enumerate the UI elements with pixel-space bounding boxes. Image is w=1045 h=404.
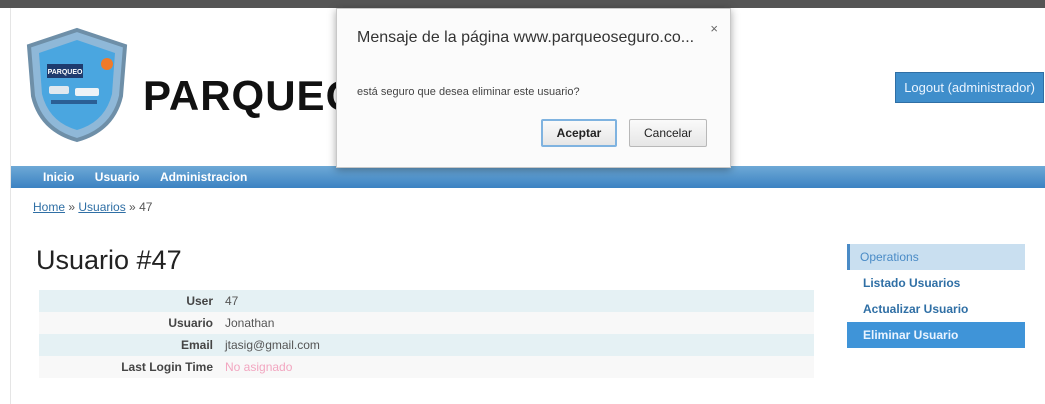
breadcrumb-separator: » bbox=[125, 200, 140, 214]
breadcrumb-separator: » bbox=[65, 200, 79, 214]
dialog-message: está seguro que desea eliminar este usua… bbox=[357, 86, 580, 98]
breadcrumb-current: 47 bbox=[139, 200, 153, 214]
parqueo-seguro-logo: PARQUEO bbox=[26, 27, 128, 143]
table-row: User 47 bbox=[39, 290, 814, 312]
breadcrumb-usuarios-link[interactable]: Usuarios bbox=[78, 200, 125, 214]
accept-button[interactable]: Aceptar bbox=[541, 119, 617, 147]
breadcrumb-home-link[interactable]: Home bbox=[33, 200, 65, 214]
browser-top-bar bbox=[0, 0, 1045, 8]
detail-label: Email bbox=[39, 334, 219, 356]
close-icon[interactable]: × bbox=[710, 21, 718, 36]
user-detail-table: User 47 Usuario Jonathan Email jtasig@gm… bbox=[39, 290, 814, 378]
menu-item-administracion[interactable]: Administracion bbox=[160, 166, 247, 188]
breadcrumb: Home » Usuarios » 47 bbox=[33, 200, 152, 214]
operations-sidebar: Operations Listado Usuarios Actualizar U… bbox=[847, 244, 1025, 348]
table-row: Email jtasig@gmail.com bbox=[39, 334, 814, 356]
logout-button[interactable]: Logout (administrador) bbox=[895, 72, 1044, 103]
cancel-button[interactable]: Cancelar bbox=[629, 119, 707, 147]
detail-value: jtasig@gmail.com bbox=[219, 334, 814, 356]
detail-value: Jonathan bbox=[219, 312, 814, 334]
detail-value: 47 bbox=[219, 290, 814, 312]
menu-item-inicio[interactable]: Inicio bbox=[43, 166, 74, 188]
detail-label: Usuario bbox=[39, 312, 219, 334]
operation-listado-usuarios[interactable]: Listado Usuarios bbox=[847, 270, 1025, 296]
table-row: Last Login Time No asignado bbox=[39, 356, 814, 378]
confirm-dialog: Mensaje de la página www.parqueoseguro.c… bbox=[336, 8, 731, 168]
main-menu: Inicio Usuario Administracion bbox=[11, 166, 1045, 188]
operation-actualizar-usuario[interactable]: Actualizar Usuario bbox=[847, 296, 1025, 322]
svg-text:PARQUEO: PARQUEO bbox=[48, 69, 83, 76]
dialog-title: Mensaje de la página www.parqueoseguro.c… bbox=[357, 29, 695, 46]
page-title: Usuario #47 bbox=[36, 245, 182, 275]
menu-item-usuario[interactable]: Usuario bbox=[95, 166, 140, 188]
operations-title: Operations bbox=[847, 244, 1025, 270]
detail-label: Last Login Time bbox=[39, 356, 219, 378]
table-row: Usuario Jonathan bbox=[39, 312, 814, 334]
detail-label: User bbox=[39, 290, 219, 312]
operation-eliminar-usuario[interactable]: Eliminar Usuario bbox=[847, 322, 1025, 348]
detail-value-null: No asignado bbox=[219, 356, 814, 378]
